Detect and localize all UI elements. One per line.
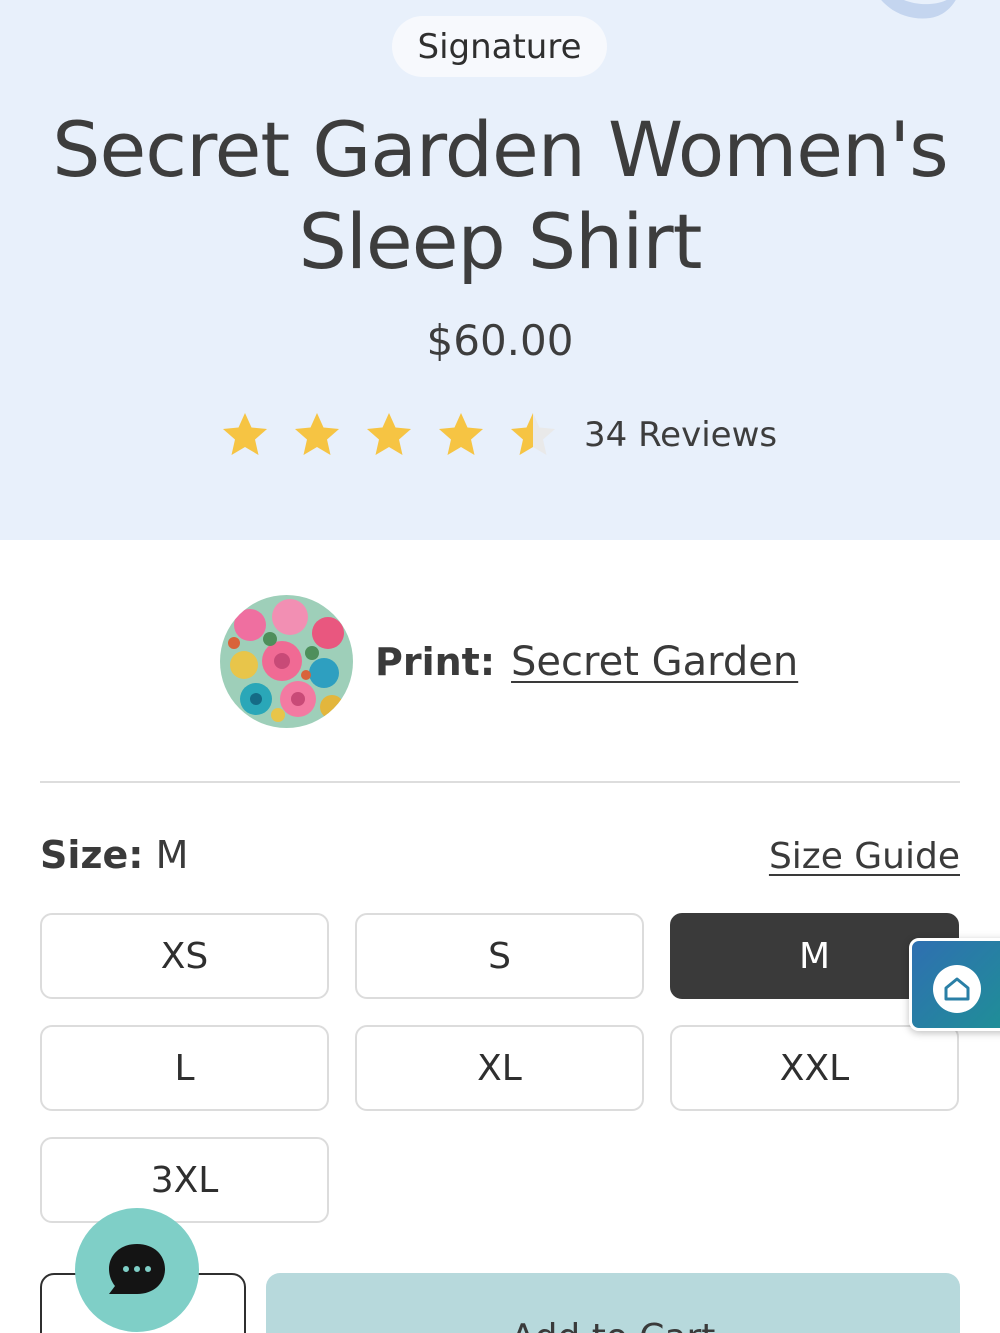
size-option-s[interactable]: S bbox=[355, 913, 644, 999]
title-line-1: Secret Garden Women's bbox=[52, 105, 948, 194]
section-divider bbox=[40, 781, 960, 783]
product-price: $60.00 bbox=[426, 316, 574, 365]
chat-launcher-button[interactable] bbox=[75, 1208, 199, 1332]
add-to-cart-button[interactable]: Add to Cart bbox=[266, 1273, 960, 1333]
product-hero: Signature Secret Garden Women's Sleep Sh… bbox=[0, 0, 1000, 540]
wave-divider bbox=[0, 490, 1000, 530]
star-icon bbox=[295, 413, 339, 455]
size-guide-link[interactable]: Size Guide bbox=[769, 836, 960, 877]
title-line-2: Sleep Shirt bbox=[298, 197, 703, 286]
home-icon bbox=[944, 977, 970, 1001]
star-rating bbox=[220, 410, 580, 460]
print-label: Print: bbox=[375, 639, 496, 684]
accessibility-widget-button[interactable] bbox=[909, 938, 1000, 1031]
reviews-count[interactable]: 34 Reviews bbox=[584, 415, 777, 455]
size-option-l[interactable]: L bbox=[40, 1025, 329, 1111]
size-option-xs[interactable]: XS bbox=[40, 913, 329, 999]
product-title: Secret Garden Women's Sleep Shirt bbox=[30, 104, 970, 288]
size-option-xxl[interactable]: XXL bbox=[670, 1025, 959, 1111]
star-icon bbox=[439, 413, 483, 455]
size-option-xl[interactable]: XL bbox=[355, 1025, 644, 1111]
rating-row[interactable]: 34 Reviews bbox=[220, 405, 777, 465]
signature-badge: Signature bbox=[392, 16, 607, 77]
moon-decoration-icon bbox=[881, 0, 956, 19]
size-selected-value: M bbox=[155, 833, 189, 877]
star-icon bbox=[223, 413, 267, 455]
size-selected-label: Size: M bbox=[40, 833, 188, 877]
print-name-link[interactable]: Secret Garden bbox=[511, 639, 798, 685]
size-option-3xl[interactable]: 3XL bbox=[40, 1137, 329, 1223]
print-selector: Print: Secret Garden bbox=[220, 595, 798, 728]
print-swatch-image[interactable] bbox=[220, 595, 353, 728]
size-label: Size: bbox=[40, 833, 144, 877]
star-icon bbox=[367, 413, 411, 455]
star-icon bbox=[511, 413, 555, 455]
chat-bubble-icon bbox=[109, 1244, 165, 1294]
